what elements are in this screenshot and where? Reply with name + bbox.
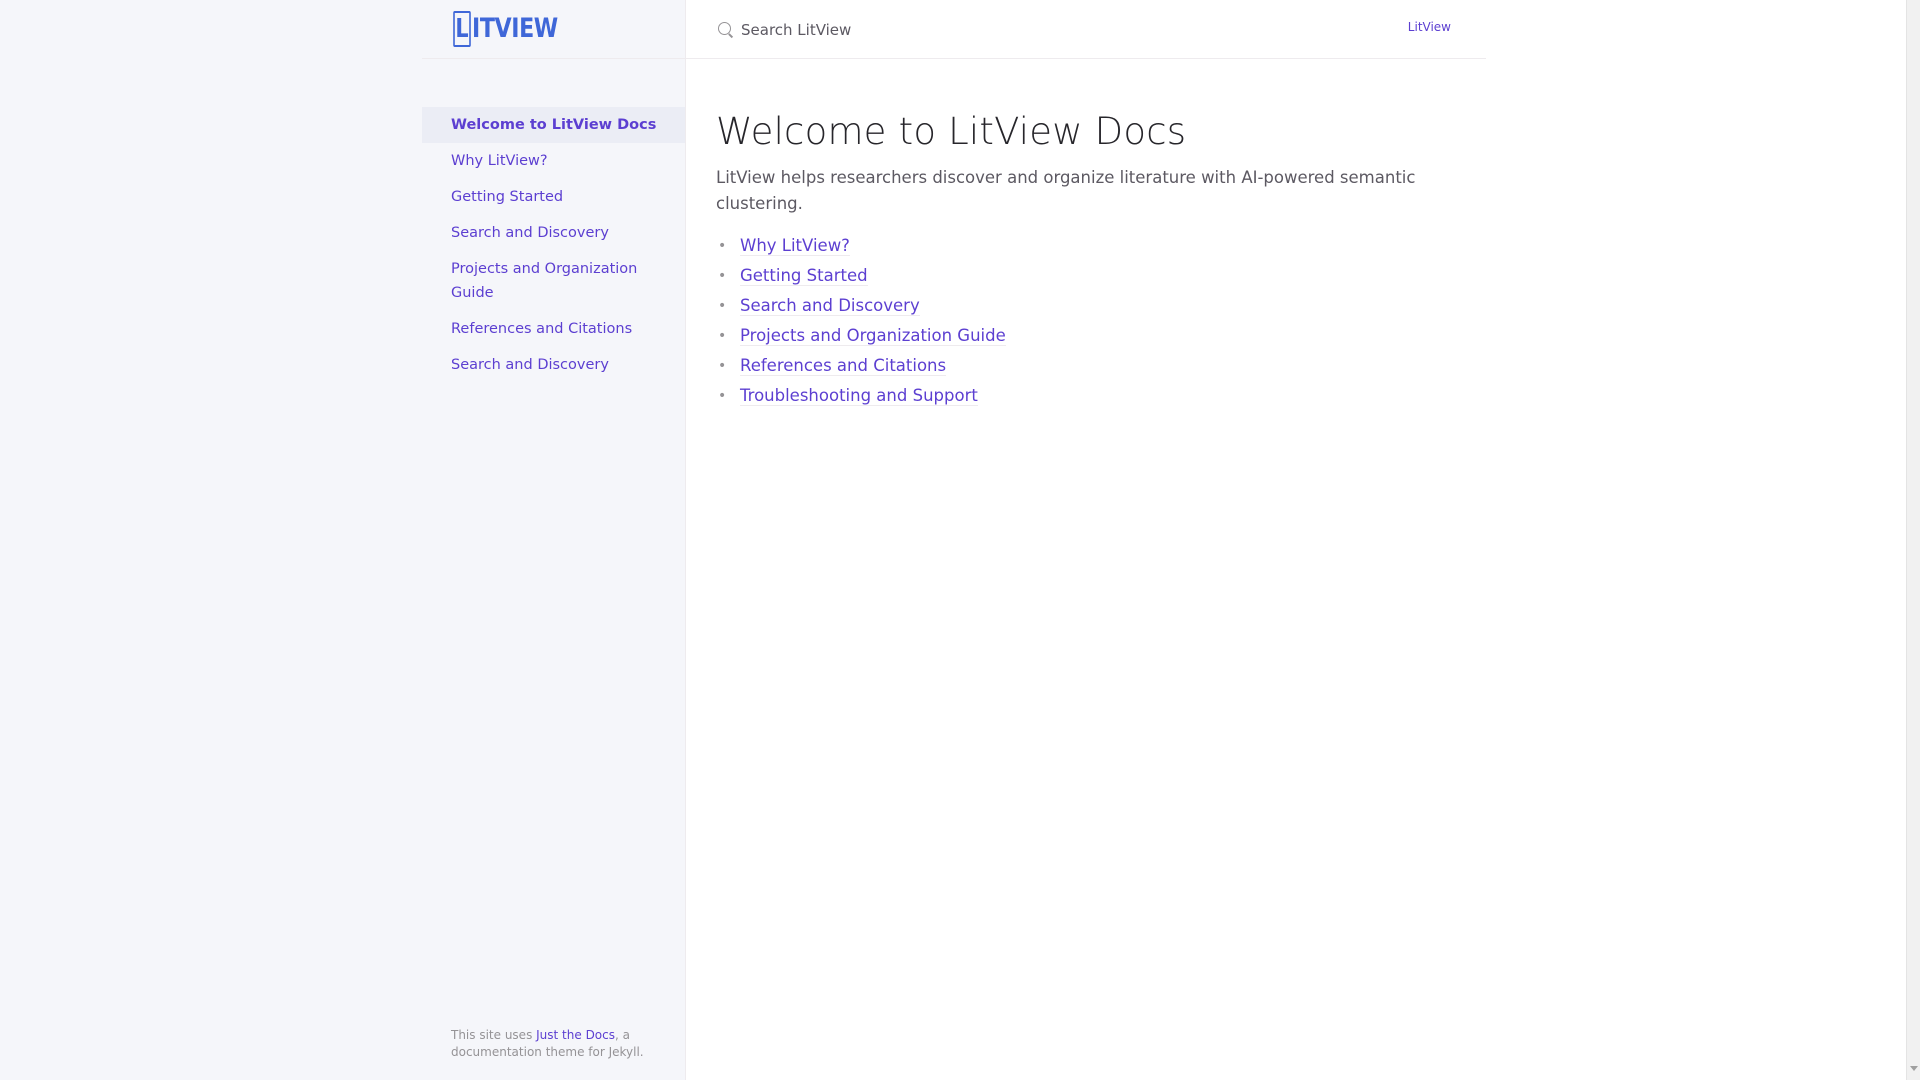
sidebar-item-getting-started[interactable]: Getting Started: [422, 179, 685, 215]
bullet: •: [718, 358, 727, 374]
site-logo[interactable]: L ITVIEW: [451, 11, 577, 47]
just-the-docs-link[interactable]: Just the Docs: [536, 1028, 615, 1042]
bullet: •: [718, 298, 727, 314]
toc-link-search-discovery[interactable]: Search and Discovery: [740, 296, 920, 316]
footer-prefix: This site uses: [451, 1028, 537, 1042]
list-item: • Why LitView?: [716, 231, 1416, 261]
bullet: •: [718, 268, 727, 284]
toc-list: • Why LitView? • Getting Started • Search a…: [716, 231, 1416, 411]
aux-nav-link[interactable]: LitView: [1408, 20, 1451, 34]
toc-link-troubleshooting[interactable]: Troubleshooting and Support: [740, 386, 978, 406]
logo-text: ITVIEW: [472, 13, 558, 44]
toc-link-projects[interactable]: Projects and Organization Guide: [740, 326, 1006, 346]
search-icon: [717, 21, 735, 39]
search-input[interactable]: [741, 20, 1141, 39]
sidebar-item-references[interactable]: References and Citations: [422, 311, 685, 347]
bullet: •: [718, 328, 727, 344]
intro-paragraph: LitView helps researchers discover and o…: [716, 168, 1416, 213]
sidebar-footer: This site uses Just the Docs, a document…: [451, 1027, 671, 1061]
main-content: Welcome to LitView Docs LitView helps re…: [716, 105, 1416, 411]
logo-letter: L: [453, 11, 471, 47]
sidebar-item-search-discovery-2[interactable]: Search and Discovery: [422, 347, 685, 383]
sidebar-item-welcome[interactable]: Welcome to LitView Docs: [422, 107, 685, 143]
toc-link-why-litview[interactable]: Why LitView?: [740, 236, 850, 256]
sidebar-item-projects[interactable]: Projects and Organization Guide: [422, 251, 685, 311]
site-header: L ITVIEW: [422, 0, 685, 59]
list-item: • Search and Discovery: [716, 291, 1416, 321]
toc-link-references[interactable]: References and Citations: [740, 356, 947, 376]
bullet: •: [718, 388, 727, 404]
sidebar-nav: Welcome to LitView Docs Why LitView? Get…: [422, 107, 685, 383]
list-item: • References and Citations: [716, 351, 1416, 381]
toc-link-getting-started[interactable]: Getting Started: [740, 266, 868, 286]
page-title: Welcome to LitView Docs: [716, 110, 1187, 153]
bullet: •: [718, 238, 727, 254]
search-bar[interactable]: [717, 0, 1141, 59]
page: L ITVIEW Welcome to LitView Docs Why Lit…: [0, 0, 1920, 1080]
sidebar-item-why-litview[interactable]: Why LitView?: [422, 143, 685, 179]
list-item: • Getting Started: [716, 261, 1416, 291]
scroll-down-arrow-icon[interactable]: [1910, 1066, 1918, 1071]
scrollbar-track[interactable]: [1906, 0, 1920, 1080]
list-item: • Projects and Organization Guide: [716, 321, 1416, 351]
list-item: • Troubleshooting and Support: [716, 381, 1416, 411]
sidebar-item-search-discovery[interactable]: Search and Discovery: [422, 215, 685, 251]
main-header: LitView: [686, 0, 1486, 59]
